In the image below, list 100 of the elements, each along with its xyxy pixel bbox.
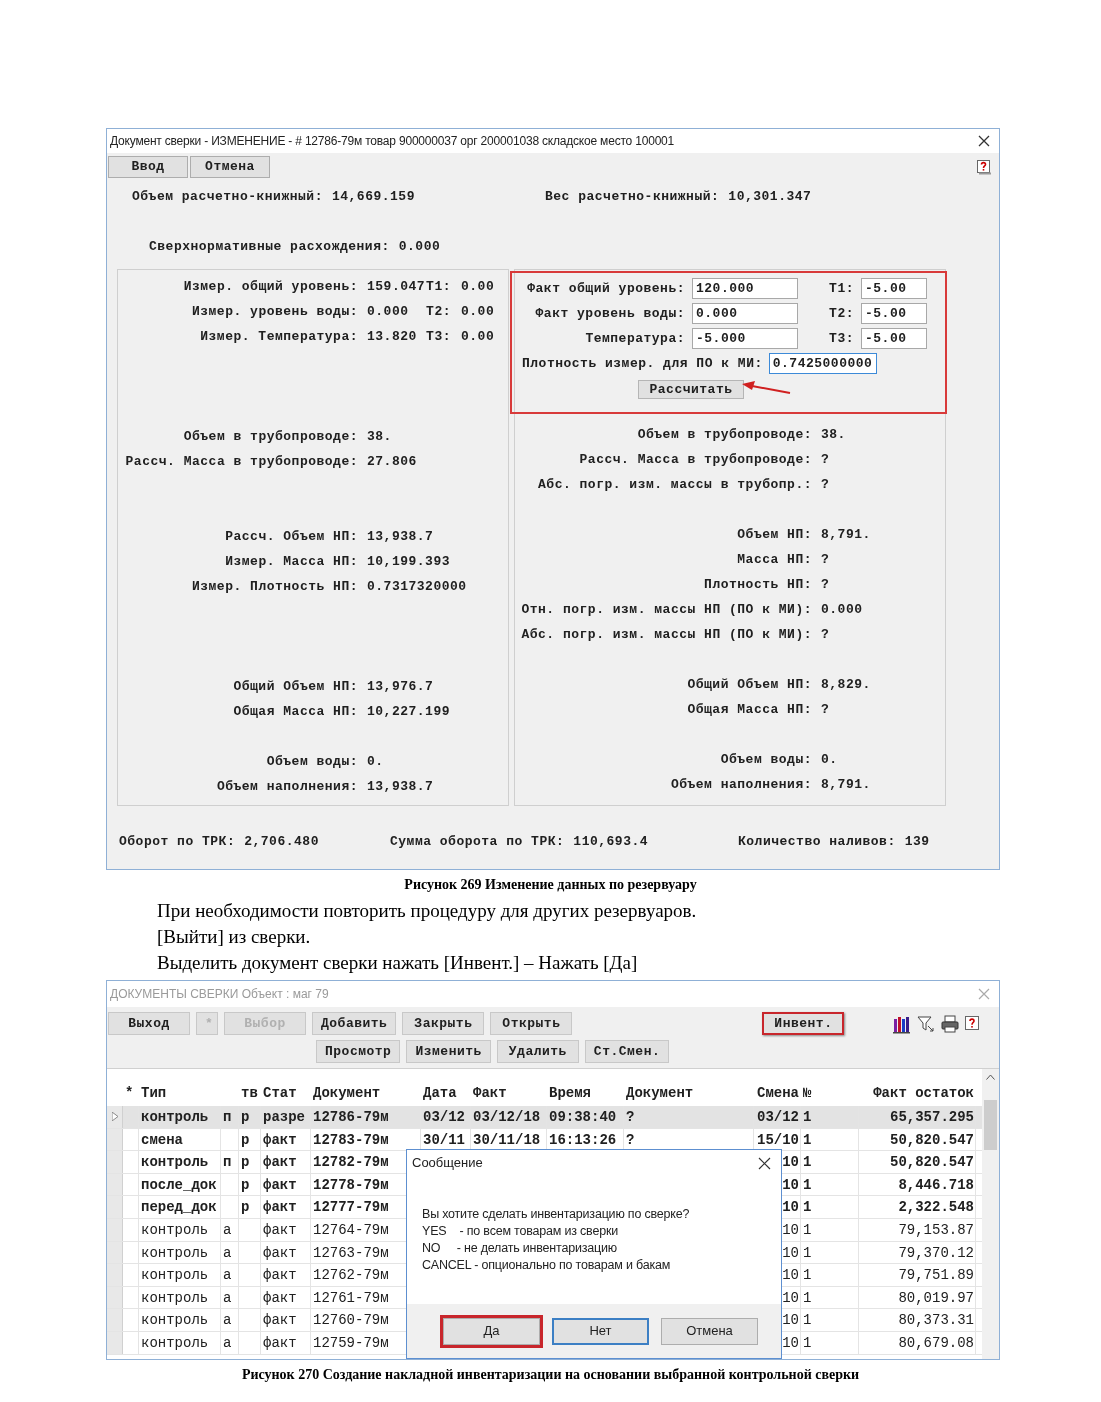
field-label: Количество наливов: (738, 833, 896, 851)
field-value: 10,227.199 (367, 702, 450, 721)
row-header[interactable] (107, 1218, 123, 1241)
row-header[interactable] (107, 1331, 123, 1354)
input-field[interactable]: -5.00 (861, 328, 927, 349)
field-label: Абс. погр. изм. массы в трубопр.: (537, 475, 812, 494)
row-header[interactable] (107, 1264, 123, 1286)
field-value: 10,301.347 (728, 188, 812, 207)
column-header[interactable]: Дата (421, 1083, 471, 1104)
row-header[interactable] (107, 1241, 123, 1264)
toolbar-button[interactable]: Добавить (312, 1012, 397, 1035)
close-icon[interactable] (758, 1156, 771, 1170)
table-cell: 65,357.295 (859, 1106, 976, 1128)
row-header[interactable] (107, 1106, 123, 1128)
message-line: CANCEL - опционально по товарам и бакам (422, 1257, 672, 1274)
field-label: Сумма оборота по ТРК: (390, 833, 565, 851)
dialog-button[interactable]: Да (443, 1317, 540, 1345)
field-value: 13.820 (367, 327, 418, 346)
toolbar-button[interactable]: Удалить (496, 1040, 579, 1063)
field-label: Общая Масса НП: (686, 700, 812, 719)
column-header[interactable]: Факт остаток (859, 1083, 976, 1104)
input-field[interactable]: -5.00 (861, 278, 927, 299)
field-value: 13,938.7 (367, 777, 434, 796)
column-header[interactable]: Стат (261, 1083, 311, 1104)
table-cell: контроль (139, 1264, 221, 1286)
printer-icon[interactable] (940, 1013, 961, 1034)
table-cell: контроль (139, 1331, 221, 1354)
row-header[interactable] (107, 1309, 123, 1331)
input-field[interactable]: -5.00 (861, 303, 927, 324)
field-label: Объем наполнения: (215, 777, 358, 796)
table-cell: р (239, 1173, 261, 1196)
column-header[interactable]: * (123, 1083, 139, 1104)
column-header[interactable]: Время (547, 1083, 624, 1104)
table-cell: а (221, 1286, 239, 1309)
table-cell: 79,370.12 (859, 1241, 976, 1264)
column-header[interactable]: № (801, 1083, 859, 1104)
instruction-line: Выделить документ сверки нажать [Инвент.] – Нажать [Да] (157, 951, 639, 975)
scroll-up-icon[interactable] (986, 1074, 995, 1080)
toolbar-button[interactable]: Выход (108, 1012, 190, 1035)
toolbar-button[interactable]: Ввод (108, 156, 188, 178)
input-field[interactable]: 0.7425000000 (768, 353, 877, 374)
column-header[interactable]: Документ (311, 1083, 421, 1104)
toolbar-button[interactable]: Закрыть (402, 1012, 485, 1035)
calculate-button[interactable]: Рассчитать (638, 380, 744, 399)
dialog-button[interactable]: Отмена (661, 1317, 758, 1345)
table-cell: контроль (139, 1218, 221, 1241)
row-header[interactable] (107, 1128, 123, 1151)
row-header[interactable] (107, 1196, 123, 1218)
field-value: 13,938.7 (367, 527, 434, 546)
scroll-thumb[interactable] (984, 1100, 997, 1150)
scrollbar[interactable] (982, 1069, 999, 1359)
table-cell: 1 (801, 1218, 859, 1241)
message-line: YES - по всем товарам из сверки (422, 1223, 619, 1240)
toolbar-button[interactable]: Ст.Смен. (584, 1040, 670, 1063)
instruction-line: При необходимости повторить процедуру для других резервуаров. (157, 899, 698, 923)
pointer-arrow (740, 379, 792, 395)
row-header[interactable] (107, 1286, 123, 1309)
dialog-button[interactable]: Нет (552, 1317, 649, 1345)
table-cell: 79,153.87 (859, 1218, 976, 1241)
toolbar-button[interactable]: Отмена (190, 156, 270, 178)
row-header[interactable] (107, 1151, 123, 1173)
column-header[interactable]: Документ (624, 1083, 754, 1104)
table-cell: 50,820.547 (859, 1128, 976, 1151)
column-header[interactable]: тв (239, 1083, 261, 1104)
row-header[interactable] (107, 1173, 123, 1196)
close-icon[interactable] (978, 135, 990, 147)
row-pointer-icon (111, 1112, 118, 1122)
field-label: Абс. погр. изм. массы НП (ПО к МИ): (520, 625, 812, 644)
column-header[interactable]: Тип (139, 1083, 221, 1104)
field-label: Измер. уровень воды: (190, 302, 358, 321)
field-label: T3: (425, 327, 451, 346)
toolbar-button[interactable]: Просмотр (316, 1040, 401, 1063)
toolbar-button[interactable]: Открыть (490, 1012, 573, 1035)
input-field[interactable]: -5.000 (692, 328, 798, 349)
input-field[interactable]: 0.000 (692, 303, 798, 324)
filter-icon[interactable] (916, 1013, 937, 1034)
table-cell: после_док (139, 1173, 221, 1196)
table-row[interactable]: контроль п р разре 12786-79м 03/12 03/12/18 09:38:40 ? 03/12 1 65,357.295 (107, 1106, 982, 1129)
toolbar-button[interactable]: Инвент. (762, 1012, 845, 1035)
field-label: Общий Объем НП: (232, 677, 358, 696)
table-cell: 1 (801, 1241, 859, 1264)
field-label: Плотность НП: (703, 575, 812, 594)
field-value: ? (821, 625, 830, 644)
field-label: Общая Масса НП: (232, 702, 358, 721)
table-cell: п (221, 1106, 239, 1128)
table-cell: факт (261, 1241, 311, 1264)
toolbar-button[interactable]: Изменить (406, 1040, 491, 1063)
table-cell: 1 (801, 1106, 859, 1128)
table-cell: 1 (801, 1196, 859, 1218)
table-cell: р (239, 1151, 261, 1173)
help-icon[interactable] (976, 159, 992, 175)
table-cell: контроль (139, 1309, 221, 1331)
field-value: 10,199.393 (367, 552, 450, 571)
input-field[interactable]: 120.000 (692, 278, 798, 299)
field-label: T1: (828, 279, 854, 298)
column-header[interactable]: Смена (754, 1083, 801, 1104)
table-cell: а (221, 1218, 239, 1241)
field-label: Факт общий уровень: (526, 279, 685, 298)
table-cell: 03/12 (754, 1106, 801, 1128)
column-header[interactable]: Факт (471, 1083, 547, 1104)
